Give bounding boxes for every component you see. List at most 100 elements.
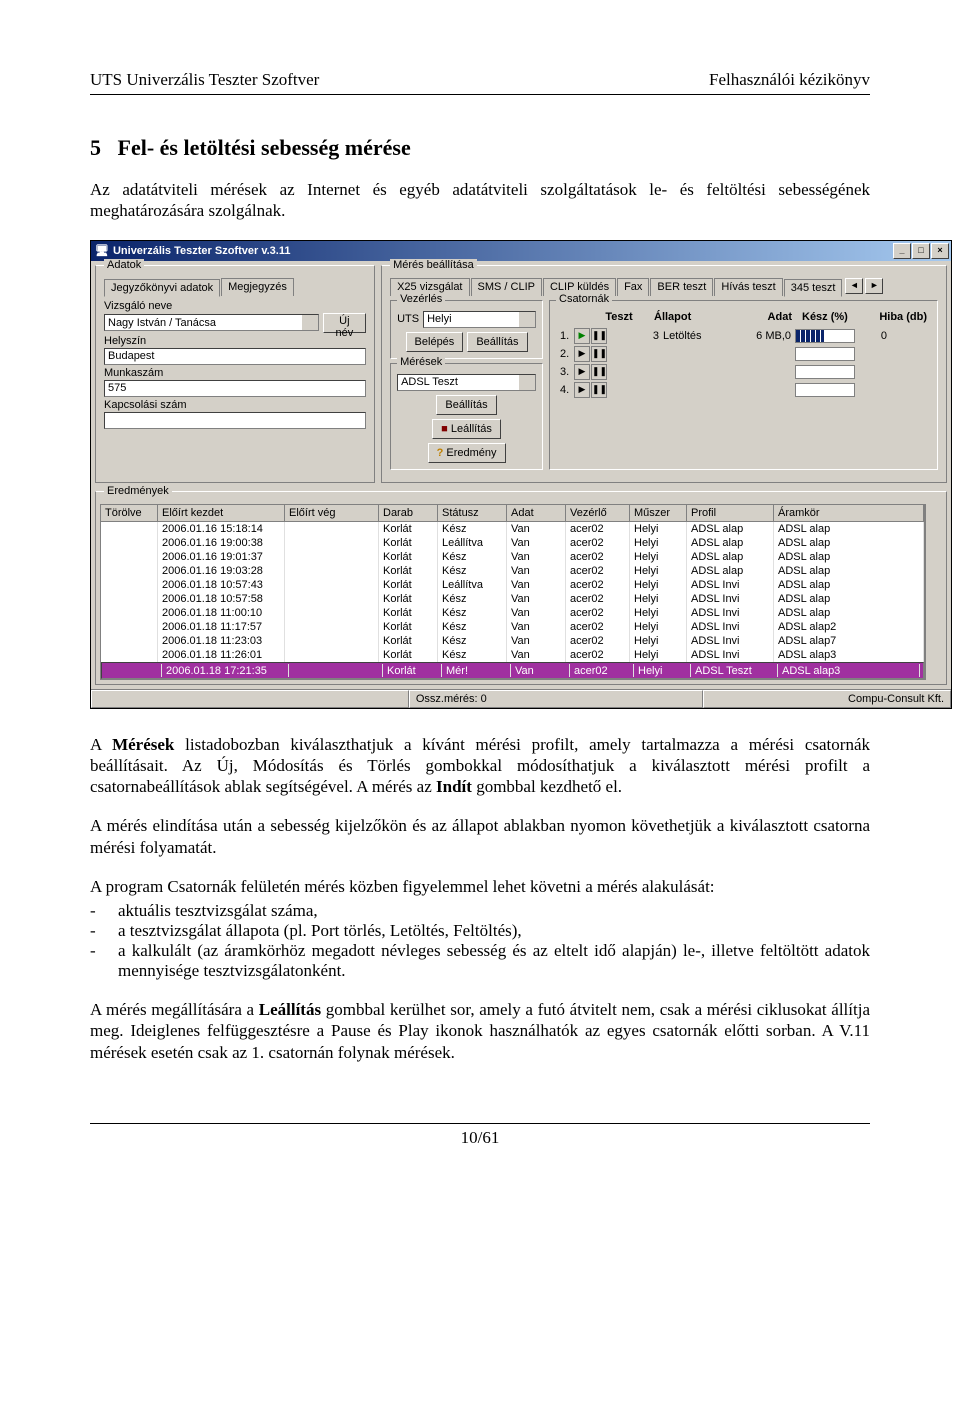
tab-scroll-icon[interactable]: ► bbox=[865, 278, 883, 294]
csatorna-row: 3.▶❚❚ bbox=[556, 363, 931, 381]
button-beallitas-vez[interactable]: Beállítás bbox=[467, 332, 527, 352]
grid-cell: Helyi bbox=[630, 522, 687, 536]
input-helyszin[interactable] bbox=[104, 348, 366, 365]
grid-cell: Kész bbox=[438, 620, 507, 634]
tab-scroll-icon[interactable]: ◄ bbox=[845, 278, 863, 294]
grid-cell: Kész bbox=[438, 634, 507, 648]
grid-cell: Kész bbox=[438, 606, 507, 620]
grid-cell: Helyi bbox=[630, 564, 687, 578]
grid-header-cell[interactable]: Áramkör bbox=[774, 505, 924, 522]
stop-icon: ■ bbox=[441, 423, 448, 435]
grid-cell: acer02 bbox=[566, 564, 630, 578]
play-icon[interactable]: ▶ bbox=[574, 382, 590, 398]
pause-icon[interactable]: ❚❚ bbox=[591, 328, 607, 344]
list-item-1: -aktuális tesztvizsgálat száma, bbox=[90, 901, 870, 921]
select-uts[interactable]: Helyi bbox=[423, 311, 536, 328]
grid-header-cell[interactable]: Profil bbox=[687, 505, 774, 522]
tab-megjegyzes[interactable]: Megjegyzés bbox=[221, 278, 294, 296]
meres-tab-4[interactable]: BER teszt bbox=[650, 278, 713, 296]
doc-header-right: Felhasználói kézikönyv bbox=[709, 70, 870, 90]
button-beallitas-mer[interactable]: Beállítás bbox=[436, 395, 496, 415]
grid-cell: ADSL Teszt bbox=[691, 664, 778, 677]
grid-cell: Van bbox=[507, 550, 566, 564]
subpanel-meresek: Mérések ADSL Teszt Beállítás ■ Leállítás… bbox=[390, 363, 543, 470]
grid-cell bbox=[285, 634, 379, 648]
meres-tab-6[interactable]: 345 teszt bbox=[784, 279, 843, 297]
status-left bbox=[91, 690, 409, 708]
para-intro: Az adatátviteli mérések az Internet és e… bbox=[90, 179, 870, 222]
grid-cell: Helyi bbox=[630, 550, 687, 564]
grid-header-cell[interactable]: Adat bbox=[507, 505, 566, 522]
grid-cell: ADSL alap bbox=[687, 536, 774, 550]
grid-cell bbox=[285, 592, 379, 606]
close-button[interactable]: × bbox=[931, 243, 949, 259]
select-vizsgalo[interactable]: Nagy István / Tanácsa bbox=[104, 314, 319, 331]
pause-icon[interactable]: ❚❚ bbox=[591, 346, 607, 362]
grid-cell bbox=[101, 592, 158, 606]
meres-tab-5[interactable]: Hívás teszt bbox=[714, 278, 782, 296]
panel-adatok: Adatok Jegyzőkönyvi adatok Megjegyzés Vi… bbox=[95, 265, 375, 483]
button-leallitas[interactable]: ■ Leállítás bbox=[432, 419, 501, 439]
csat-head-hiba: Hiba (db) bbox=[872, 311, 927, 323]
meres-tab-3[interactable]: Fax bbox=[617, 278, 649, 296]
grid-row[interactable]: 2006.01.18 11:26:01KorlátKészVanacer02He… bbox=[101, 648, 924, 662]
grid-cell: 2006.01.18 17:21:35 bbox=[162, 664, 289, 677]
grid-header-cell[interactable]: Törölve bbox=[101, 505, 158, 522]
grid-header-cell[interactable]: Műszer bbox=[630, 505, 687, 522]
tab-jegyzokonyv[interactable]: Jegyzőkönyvi adatok bbox=[104, 279, 220, 297]
grid-cell bbox=[101, 648, 158, 662]
page-footer: 10/61 bbox=[90, 1123, 870, 1148]
grid-row[interactable]: 2006.01.16 19:00:38KorlátLeállítvaVanace… bbox=[101, 536, 924, 550]
grid-header-cell[interactable]: Előírt kezdet bbox=[158, 505, 285, 522]
para-leallitas: A mérés megállítására a Leállítás gombba… bbox=[90, 999, 870, 1063]
grid-scrollbar[interactable] bbox=[925, 504, 942, 680]
csat-head-allapot: Állapot bbox=[654, 311, 714, 323]
grid-header-cell[interactable]: Előírt vég bbox=[285, 505, 379, 522]
grid-cell: Helyi bbox=[630, 536, 687, 550]
grid-row[interactable]: 2006.01.18 17:21:35KorlátMér!Vanacer02He… bbox=[101, 662, 924, 679]
meres-tab-1[interactable]: SMS / CLIP bbox=[471, 278, 542, 296]
select-meres-profil[interactable]: ADSL Teszt bbox=[397, 374, 536, 391]
grid-cell: ADSL Invi bbox=[687, 648, 774, 662]
label-vizsgalo: Vizsgáló neve bbox=[104, 300, 366, 312]
results-grid[interactable]: TörölveElőírt kezdetElőírt végDarabStátu… bbox=[100, 504, 925, 680]
maximize-button[interactable]: □ bbox=[912, 243, 930, 259]
grid-cell: Van bbox=[507, 592, 566, 606]
grid-cell: acer02 bbox=[566, 634, 630, 648]
grid-cell bbox=[101, 522, 158, 536]
grid-row[interactable]: 2006.01.16 15:18:14KorlátKészVanacer02He… bbox=[101, 522, 924, 536]
minimize-button[interactable]: _ bbox=[893, 243, 911, 259]
grid-cell: ADSL alap bbox=[774, 578, 924, 592]
grid-row[interactable]: 2006.01.18 10:57:43KorlátLeállítvaVanace… bbox=[101, 578, 924, 592]
grid-cell bbox=[101, 606, 158, 620]
button-ujnev[interactable]: Új név bbox=[323, 313, 366, 333]
grid-cell: 2006.01.18 10:57:43 bbox=[158, 578, 285, 592]
button-belepes[interactable]: Belépés bbox=[406, 332, 464, 352]
panel-meres: Mérés beállítása X25 vizsgálatSMS / CLIP… bbox=[381, 265, 947, 483]
grid-cell bbox=[285, 536, 379, 550]
grid-row[interactable]: 2006.01.18 11:23:03KorlátKészVanacer02He… bbox=[101, 634, 924, 648]
status-right: Compu-Consult Kft. bbox=[703, 690, 951, 708]
grid-row[interactable]: 2006.01.18 11:00:10KorlátKészVanacer02He… bbox=[101, 606, 924, 620]
grid-header-cell[interactable]: Vezérlő bbox=[566, 505, 630, 522]
grid-header-cell[interactable]: Státusz bbox=[438, 505, 507, 522]
play-icon[interactable]: ▶ bbox=[574, 364, 590, 380]
grid-cell bbox=[101, 634, 158, 648]
grid-row[interactable]: 2006.01.16 19:01:37KorlátKészVanacer02He… bbox=[101, 550, 924, 564]
input-munkaszam[interactable] bbox=[104, 380, 366, 397]
grid-cell: Van bbox=[507, 634, 566, 648]
grid-row[interactable]: 2006.01.18 10:57:58KorlátKészVanacer02He… bbox=[101, 592, 924, 606]
play-icon[interactable]: ▶ bbox=[574, 346, 590, 362]
grid-row[interactable]: 2006.01.18 11:17:57KorlátKészVanacer02He… bbox=[101, 620, 924, 634]
status-mid: Ossz.mérés: 0 bbox=[409, 690, 703, 708]
grid-cell: Van bbox=[511, 664, 570, 677]
input-kapcsolasi[interactable] bbox=[104, 412, 366, 429]
grid-cell bbox=[101, 578, 158, 592]
button-eredmeny[interactable]: ? Eredmény bbox=[428, 443, 506, 463]
grid-header-cell[interactable]: Darab bbox=[379, 505, 438, 522]
pause-icon[interactable]: ❚❚ bbox=[591, 382, 607, 398]
grid-row[interactable]: 2006.01.16 19:03:28KorlátKészVanacer02He… bbox=[101, 564, 924, 578]
play-icon[interactable]: ▶ bbox=[574, 328, 590, 344]
para-meresek: A Mérések listadobozban kiválaszthatjuk … bbox=[90, 734, 870, 798]
pause-icon[interactable]: ❚❚ bbox=[591, 364, 607, 380]
